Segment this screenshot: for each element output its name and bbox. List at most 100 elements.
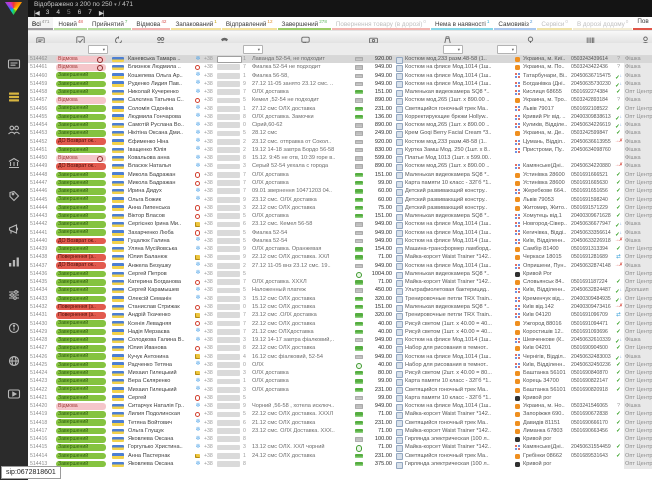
page-number-button[interactable]: 4 (56, 9, 60, 17)
order-row[interactable]: 514441ЗавершенийЗахарченко Люба+385Фиалк… (28, 229, 652, 237)
product-column-icon[interactable] (443, 32, 452, 41)
order-row[interactable]: 514434ЗавершенийСергей Карамышев❄+385Нал… (28, 286, 652, 294)
order-row[interactable]: 514427ЗавершенийЮлия Иванова+38822.12 см… (28, 344, 652, 352)
order-row[interactable]: 514426ЗавершенийКучук Антонина+38416.12 … (28, 353, 652, 361)
status-tab[interactable]: Відмова42 (132, 17, 170, 30)
page-number-button[interactable]: 6 (78, 9, 82, 17)
supplier-name: Фішка (625, 55, 652, 63)
status-tab[interactable]: Всі471 (28, 17, 53, 30)
status-column-icon[interactable] (76, 32, 85, 41)
order-row[interactable]: 514451ЗавершенийІващенко Юлія❄+38219.12 … (28, 146, 652, 154)
status-tab[interactable]: В дорозі додому0 (573, 17, 632, 30)
order-row[interactable]: 514438Повернення (з..Юлия Баланюк+38922.… (28, 253, 652, 261)
page-number-button[interactable]: 7 (88, 9, 92, 17)
order-row[interactable]: 514417ЗавершенийОльга Глущук❄+38023.12 с… (28, 427, 652, 435)
order-row[interactable]: 514449ДО Возврат ок..Власюк Наталья❄+383… (28, 162, 652, 170)
order-row[interactable]: 514428ЗавершенийСолодкова Галина В..❄+38… (28, 336, 652, 344)
order-row[interactable]: 514429ЗавершенийНадія Мерзаєва❄+38721.12… (28, 328, 652, 336)
order-row[interactable]: 514447ЗавершенийМикола Бадражан+387ОЛХ д… (28, 179, 652, 187)
order-row[interactable]: 514443ЗавершенийВіктор Власов+385ОЛХ дос… (28, 212, 652, 220)
order-row[interactable]: 514439ЗавершенийУляна Мусійовська❄+389ОЛ… (28, 245, 652, 253)
order-row[interactable]: 514425ЗавершенийРадченко Тетяна❄+380ОЛХ4… (28, 361, 652, 369)
page-number-button[interactable]: 5 (67, 9, 71, 17)
status-tab[interactable]: Самовивіз2 (494, 17, 536, 30)
order-row[interactable]: 514448ЗавершенийМикола Бадражан+387ОЛХ д… (28, 171, 652, 179)
order-row[interactable]: 514459ЗавершенийРуденко Лидия Пав..❄+389… (28, 80, 652, 88)
order-row[interactable]: 514445ЗавершенийОльга Божик❄+38923.12 см… (28, 196, 652, 204)
status-tab[interactable]: Повернення товару (в дорозі)0 (332, 17, 430, 30)
phone-filter-dropdown[interactable]: ▾ (243, 45, 263, 54)
order-row[interactable]: 514422ЗавершенийМихаил Гилецький❄+383ОЛХ… (28, 386, 652, 394)
order-row[interactable]: 514415ЗавершенийГоргулько Христина..❄+38… (28, 443, 652, 451)
comment-column-icon[interactable] (301, 32, 310, 41)
tracking-column-icon[interactable] (586, 32, 595, 41)
order-row[interactable]: 514432Повернення (з..Станислав Стрижак+3… (28, 303, 652, 311)
status-tab[interactable]: Нема в наявності1 (431, 17, 493, 30)
address-filter-dropdown[interactable]: ▾ (497, 45, 517, 54)
order-row[interactable]: 514423ЗавершенийВера Скляренко❄+381ОЛХ д… (28, 377, 652, 385)
order-row[interactable]: 514454ЗавершенийСамотій Руслана Во..❄+38… (28, 121, 652, 129)
app-logo-icon[interactable] (5, 2, 22, 15)
order-row[interactable]: 514435ЗавершенийКатерина Богданова+387ОЛ… (28, 278, 652, 286)
marketing-icon[interactable] (7, 223, 21, 235)
order-row[interactable]: 514430ЗавершенийКсенія Левадняя+38722.12… (28, 320, 652, 328)
last-page-button[interactable]: ▶| (99, 9, 104, 17)
pagination-summary[interactable]: Відображено з 200 по 250 ▾ / 471 (34, 1, 133, 8)
order-row[interactable]: 514458ЗавершенийНиколай Кучеренко❄+387ОЛ… (28, 88, 652, 96)
order-row[interactable]: 514418ЗавершенийТетяна Войтович❄+38621.1… (28, 419, 652, 427)
first-page-button[interactable]: |◀ (34, 9, 39, 17)
address-column-icon[interactable] (526, 32, 535, 41)
order-row[interactable]: 514433ЗавершенийОлексій Семанін❄+38315.1… (28, 295, 652, 303)
order-row[interactable]: 514414ЗавершенийАнна Пастернак+38124.12 … (28, 452, 652, 460)
page-size-caret-icon[interactable]: ▾ (114, 2, 117, 8)
order-row[interactable]: 514446ЗавершенийИрина Дидух❄+38709.01 зв… (28, 187, 652, 195)
dashboard-icon[interactable] (7, 58, 21, 70)
order-row[interactable]: 514431Повернення (з..Андрій Ткаченко+387… (28, 311, 652, 319)
order-row[interactable]: 514452ДО Возврат ок..Єфименко Ніна❄+3822… (28, 138, 652, 146)
status-tab[interactable]: Відправлений12 (222, 17, 277, 30)
order-row[interactable]: 514413ЗавершенийЯковлева Оксана❄+388375.… (28, 460, 652, 468)
company-icon[interactable] (7, 157, 21, 169)
order-row[interactable]: 514420ВідмоваСитарчук Наталія Гр..❄+389Ч… (28, 402, 652, 410)
order-row[interactable]: 514421ЗавершенийСергей+38599.00Карта пам… (28, 394, 652, 402)
order-row[interactable]: 514450ВідмоваКовальова анна❄+38815.12. 9… (28, 154, 652, 162)
payment-column-icon[interactable] (369, 32, 378, 41)
order-row[interactable]: 514444ЗавершенийАнна Липенська+38322.12 … (28, 204, 652, 212)
products-tag-icon[interactable] (7, 190, 21, 202)
status-tab[interactable]: Пов (633, 17, 652, 30)
status-tab[interactable]: Сервіси0 (537, 17, 572, 30)
manager-column-icon[interactable] (641, 32, 650, 41)
video-tutorial-icon[interactable] (7, 388, 21, 400)
order-row[interactable]: 514455ЗавершенийЛюдмила Гончарова❄+388ОЛ… (28, 113, 652, 121)
product-filter-dropdown[interactable]: ▾ (443, 45, 463, 54)
order-row[interactable]: 514440ДО Возврат ок..Гуцалюк Галина❄+385… (28, 237, 652, 245)
order-row[interactable]: 514437ДО Возврат ок..Анжела Безушку❄+382… (28, 262, 652, 270)
info-icon[interactable] (7, 322, 21, 334)
id-column-icon[interactable] (36, 32, 45, 41)
statistics-icon[interactable] (7, 256, 21, 268)
status-tab[interactable]: Новий48 (54, 17, 87, 30)
order-row[interactable]: 514453ЗавершенийНікітіна Оксана Дми..❄+3… (28, 129, 652, 137)
order-row[interactable]: 514460ЗавершенийКошелева Ольга Ар..❄+381… (28, 72, 652, 80)
order-row[interactable]: 514416ЗавершенийЯковлева Оксана❄+388100.… (28, 435, 652, 443)
client-column-icon[interactable] (156, 32, 165, 41)
order-row[interactable]: 514456ЗавершенийСоломія Сідоніна❄+38127.… (28, 105, 652, 113)
order-row[interactable]: 514461ВідмоваБлизнюк Людмила ..+387Фиалк… (28, 63, 652, 71)
order-row[interactable]: 514457ВідмоваСалєгина Татьяна С..+385Кем… (28, 96, 652, 104)
order-row[interactable]: 514419ЗавершенийЛилия Подолинская+38522.… (28, 410, 652, 418)
customers-icon[interactable] (7, 124, 21, 136)
page-number-button[interactable]: 3 (46, 9, 50, 17)
support-globe-icon[interactable] (7, 355, 21, 367)
status-tab[interactable]: Прийнятий7 (88, 17, 131, 30)
status-tab[interactable]: Запакований1 (171, 17, 220, 30)
order-row[interactable]: 514442ЗавершенийСергієнко Ірина Ми..+386… (28, 220, 652, 228)
order-row[interactable]: 514424ЗавершенийМихаил Гилецький+383ОЛХ … (28, 369, 652, 377)
status-tab[interactable]: Завершений278 (278, 17, 331, 30)
callback-column-icon[interactable] (114, 32, 123, 41)
settings-sliders-icon[interactable] (7, 289, 21, 301)
status-filter-dropdown[interactable]: ▾ (88, 45, 108, 54)
order-row[interactable]: 514462ВідмоваКаневська Тамара ..❄+381Лав… (28, 55, 652, 63)
orders-icon[interactable] (7, 91, 21, 103)
phone-column-icon[interactable] (220, 32, 229, 41)
order-row[interactable]: 514436ЗавершенийСергей Петров❄+3851004.0… (28, 270, 652, 278)
